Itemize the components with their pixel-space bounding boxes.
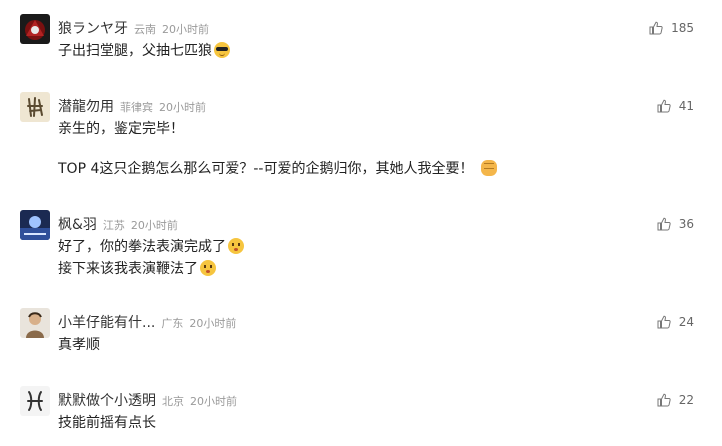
fist-emoji-icon xyxy=(481,160,498,176)
like-count: 22 xyxy=(678,393,694,407)
like-button[interactable]: 41 xyxy=(657,98,694,114)
username[interactable]: 潜龍勿用 xyxy=(58,99,114,115)
comment-line: TOP 4这只企鹅怎么那么可爱？--可爱的企鹅归你，其她人我全要！ xyxy=(58,161,474,177)
avatar[interactable] xyxy=(20,92,50,122)
comment-text: 接下来该我表演鞭法了 xyxy=(58,258,216,280)
timestamp: 20小时前 xyxy=(159,101,206,114)
comment-line: 子出扫堂腿，父抽七匹狼 xyxy=(58,43,212,59)
comment-meta: 枫&羽 江苏 20小时前 xyxy=(58,214,178,236)
comment-meta: 潜龍勿用 菲律宾 20小时前 xyxy=(58,96,206,118)
thumbs-up-icon[interactable] xyxy=(657,99,671,113)
comment-line: 亲生的，鉴定完毕！ xyxy=(58,121,184,137)
comment-item: 枫&羽 江苏 20小时前 36 好了，你的拳法表演完成了 接下来该我表演鞭法了 xyxy=(0,210,722,290)
comment-line: 接下来该我表演鞭法了 xyxy=(58,261,198,277)
timestamp: 20小时前 xyxy=(189,317,237,330)
comment-line: 真孝顺 xyxy=(58,337,100,353)
comment-line: 技能前摇有点长 xyxy=(58,415,156,431)
timestamp: 20小时前 xyxy=(190,395,237,408)
like-count: 41 xyxy=(678,99,694,113)
comment-item: 小羊仔能有什... 广东 20小时前 24 真孝顺 xyxy=(0,308,722,368)
avatar[interactable] xyxy=(20,14,50,44)
worried-emoji-icon xyxy=(228,238,244,254)
like-count: 24 xyxy=(678,315,694,329)
thumbs-up-icon[interactable] xyxy=(657,315,671,329)
worried-emoji-icon xyxy=(200,260,216,276)
comment-text: TOP 4这只企鹅怎么那么可爱？--可爱的企鹅归你，其她人我全要！ xyxy=(58,158,498,180)
thumbs-up-icon[interactable] xyxy=(657,217,671,231)
thumbs-up-icon[interactable] xyxy=(657,393,671,407)
comment-meta: 小羊仔能有什... 广东 20小时前 xyxy=(58,312,236,334)
comment-text: 好了，你的拳法表演完成了 xyxy=(58,236,244,258)
location-label: 广东 xyxy=(161,317,184,330)
timestamp: 20小时前 xyxy=(130,219,178,232)
avatar[interactable] xyxy=(20,210,50,240)
comment-text: 亲生的，鉴定完毕！ xyxy=(58,118,184,140)
comment-item: 狼ランヤ牙 云南 20小时前 185 子出扫堂腿，父抽七匹狼 xyxy=(0,14,722,74)
username[interactable]: 默默做个小透明 xyxy=(58,393,156,409)
location-label: 北京 xyxy=(162,395,184,408)
comment-item: 潜龍勿用 菲律宾 20小时前 41 亲生的，鉴定完毕！ TOP 4这只企鹅怎么那么可… xyxy=(0,92,722,192)
location-label: 云南 xyxy=(134,23,156,36)
like-button[interactable]: 24 xyxy=(657,314,694,330)
like-button[interactable]: 185 xyxy=(649,20,694,36)
comment-text: 真孝顺 xyxy=(58,334,100,356)
comment-text: 技能前摇有点长 xyxy=(58,412,156,434)
like-button[interactable]: 22 xyxy=(657,392,694,408)
comment-meta: 狼ランヤ牙 云南 20小时前 xyxy=(58,18,209,40)
comment-item: 默默做个小透明 北京 20小时前 22 技能前摇有点长 xyxy=(0,386,722,442)
comment-line: 好了，你的拳法表演完成了 xyxy=(58,239,226,255)
username[interactable]: 小羊仔能有什... xyxy=(58,315,155,331)
avatar[interactable] xyxy=(20,308,50,338)
username[interactable]: 狼ランヤ牙 xyxy=(58,21,128,37)
comment-text: 子出扫堂腿，父抽七匹狼 xyxy=(58,40,230,62)
like-count: 36 xyxy=(678,217,694,231)
sunglasses-emoji-icon xyxy=(214,42,230,58)
timestamp: 20小时前 xyxy=(162,23,209,36)
location-label: 江苏 xyxy=(102,219,125,232)
avatar[interactable] xyxy=(20,386,50,416)
like-count: 185 xyxy=(671,21,694,35)
comment-meta: 默默做个小透明 北京 20小时前 xyxy=(58,390,237,412)
thumbs-up-icon[interactable] xyxy=(649,21,663,35)
username[interactable]: 枫&羽 xyxy=(58,217,97,233)
location-label: 菲律宾 xyxy=(120,101,153,114)
like-button[interactable]: 36 xyxy=(657,216,694,232)
